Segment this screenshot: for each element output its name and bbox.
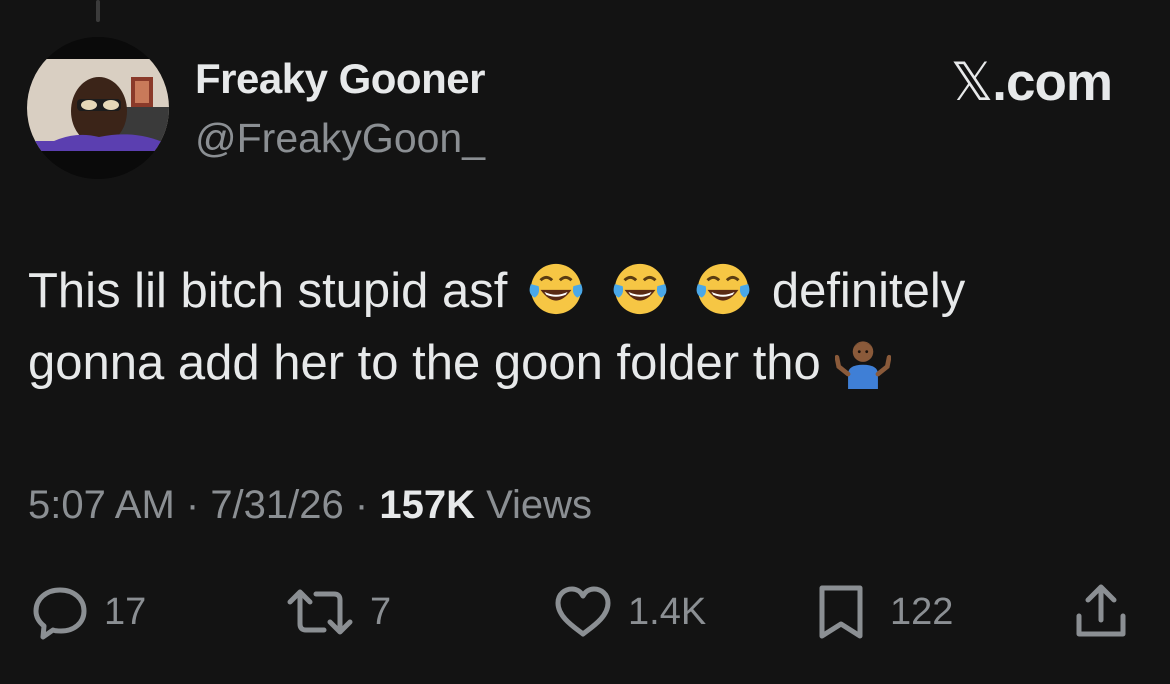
- reply-icon: [33, 587, 87, 640]
- brand-suffix: .com: [992, 53, 1113, 112]
- views-label[interactable]: Views: [475, 483, 592, 527]
- share-button[interactable]: [1072, 580, 1130, 644]
- repost-icon: [287, 589, 353, 635]
- tweet-text-segment: gonna add her to the goon folder tho: [28, 336, 821, 390]
- meta-separator: ·: [343, 483, 380, 527]
- views-count[interactable]: 157K: [379, 483, 475, 527]
- laughing-emoji-icon: [613, 263, 666, 315]
- brand-watermark: 𝕏.com: [950, 52, 1113, 113]
- tweet-line-2: gonna add her to the goon folder tho: [28, 327, 1138, 399]
- reply-button[interactable]: 17: [30, 580, 146, 644]
- action-bar: 17 7 1.4K 122: [0, 580, 1170, 644]
- laughing-emoji-icon: [529, 263, 583, 315]
- like-button[interactable]: 1.4K: [552, 580, 706, 644]
- meta-separator: ·: [174, 483, 211, 527]
- avatar[interactable]: [27, 37, 169, 179]
- tweet-meta: 5:07 AM · 7/31/26 · 157K Views: [28, 483, 592, 528]
- bookmark-button[interactable]: 122: [814, 580, 953, 644]
- repost-button[interactable]: 7: [284, 580, 391, 644]
- tweet-date[interactable]: 7/31/26: [210, 483, 343, 527]
- author-name[interactable]: Freaky Gooner: [195, 55, 485, 103]
- shrug-emoji-icon: [834, 341, 891, 389]
- tweet-text: This lil bitch stupid asf definitely gon…: [28, 255, 1138, 399]
- tweet-text-segment: definitely: [771, 264, 966, 318]
- like-count: 1.4K: [628, 590, 707, 633]
- thread-connector-line: [96, 0, 100, 22]
- bookmark-icon: [819, 585, 863, 639]
- x-logo-icon: 𝕏: [950, 52, 994, 113]
- tweet-text-segment: This lil bitch stupid asf: [28, 264, 508, 318]
- tweet-line-1: This lil bitch stupid asf definitely: [28, 255, 1138, 327]
- heart-icon: [555, 586, 611, 637]
- tweet-time[interactable]: 5:07 AM: [28, 483, 175, 527]
- bookmark-count: 122: [890, 590, 954, 633]
- repost-count: 7: [370, 590, 392, 633]
- author-handle[interactable]: @FreakyGoon_: [195, 115, 485, 162]
- share-icon: [1076, 584, 1126, 637]
- laughing-emoji-icon: [696, 263, 750, 315]
- reply-count: 17: [104, 590, 147, 633]
